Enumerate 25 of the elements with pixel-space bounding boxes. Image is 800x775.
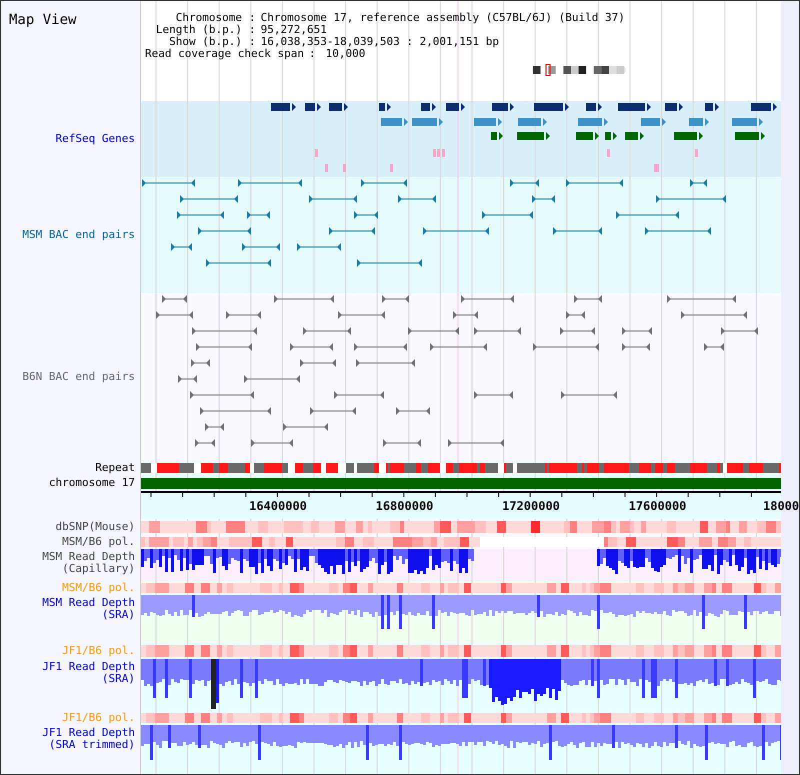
track-label: dbSNP(Mouse) [56,521,135,533]
axis-label: 17200000 [502,499,560,513]
track-label: B6N BAC end pairs [22,371,135,383]
track-label: MSM BAC end pairs [22,229,135,241]
info-row-text: Length (b.p.) : 95,272,651 [154,24,328,36]
track-label: RefSeq Genes [56,133,135,145]
info-row-text: Chromosome : Chromosome 17, reference assembly (C57BL/6J) (Build 37) [174,12,626,24]
track-label: JF1 Read Depth (SRA trimmed) [42,727,135,751]
track-label: chromosome 17 [48,477,135,489]
track-label: JF1/B6 pol. [62,645,135,657]
page-title: Map View [9,12,76,28]
axis-label: 18000 [763,499,799,513]
track-label: MSM/B6 pol. [62,536,135,548]
axis-label: 16800000 [376,499,434,513]
info-row-text: Show (b.p.) : 16,038,353-18,039,503 : 2,001,151 bp [169,36,500,48]
axis-label: 16400000 [249,499,307,513]
chromosome-ideogram-icon [531,64,627,76]
track-label: MSM Read Depth (SRA) [42,597,135,621]
track-label: MSM Read Depth (Capillary) [42,551,135,575]
track-label: MSM/B6 pol. [62,582,135,594]
track-label: JF1 Read Depth (SRA) [42,661,135,685]
axis-label: 17600000 [628,499,686,513]
track-label: JF1/B6 pol. [62,712,135,724]
info-row-text: Read coverage check span : 10,000 [145,48,366,60]
track-label: Repeat [95,462,135,474]
